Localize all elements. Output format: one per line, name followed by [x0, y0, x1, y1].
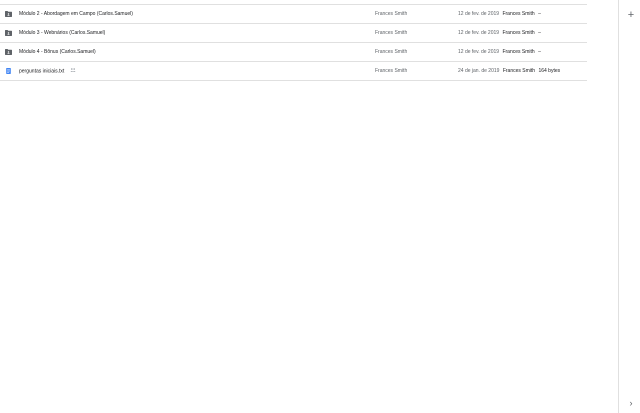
- text-document-icon: [5, 68, 12, 74]
- file-row[interactable]: Módulo 4 - Bônus (Carlos.Samuel) Frances…: [0, 43, 587, 62]
- last-modified-cell: 12 de fev. de 2019 Frances Smith –: [458, 24, 541, 42]
- file-size: –: [538, 49, 541, 55]
- side-panel: + ›: [618, 0, 640, 413]
- file-size: –: [538, 11, 541, 17]
- shared-people-icon: [70, 62, 76, 80]
- modified-by: Frances Smith: [502, 30, 535, 36]
- file-name: Módulo 2 - Abordagem em Campo (Carlos.Sa…: [19, 11, 133, 17]
- modified-date: 12 de fev. de 2019: [458, 11, 500, 17]
- owner-cell: Frances Smith: [375, 11, 408, 17]
- modified-date: 12 de fev. de 2019: [458, 30, 500, 36]
- modified-by: Frances Smith: [502, 11, 535, 17]
- modified-date: 24 de jan. de 2019: [458, 68, 500, 74]
- shared-folder-icon: [5, 11, 12, 17]
- owner-cell: Frances Smith: [375, 68, 408, 74]
- file-list: Módulo 2 - Abordagem em Campo (Carlos.Sa…: [0, 4, 587, 81]
- file-name-cell: perguntas iniciais.txt: [19, 62, 76, 80]
- owner-cell: Frances Smith: [375, 49, 408, 55]
- file-name: Módulo 4 - Bônus (Carlos.Samuel): [19, 49, 96, 55]
- modified-by: Frances Smith: [502, 49, 535, 55]
- file-row[interactable]: Módulo 3 - Webnários (Carlos.Samuel) Fra…: [0, 24, 587, 43]
- modified-date: 12 de fev. de 2019: [458, 49, 500, 55]
- file-list-area: Módulo 2 - Abordagem em Campo (Carlos.Sa…: [0, 0, 618, 413]
- file-name: Módulo 3 - Webnários (Carlos.Samuel): [19, 30, 106, 36]
- file-size: –: [538, 30, 541, 36]
- file-size: 164 bytes: [538, 68, 561, 74]
- chevron-right-icon: ›: [629, 398, 633, 408]
- last-modified-cell: 12 de fev. de 2019 Frances Smith –: [458, 5, 541, 23]
- last-modified-cell: 12 de fev. de 2019 Frances Smith –: [458, 43, 541, 61]
- file-name: perguntas iniciais.txt: [19, 68, 65, 75]
- file-row[interactable]: Módulo 2 - Abordagem em Campo (Carlos.Sa…: [0, 5, 587, 24]
- add-addon-button[interactable]: +: [624, 8, 638, 22]
- expand-panel-button[interactable]: ›: [624, 396, 638, 410]
- shared-folder-icon: [5, 49, 12, 55]
- file-row[interactable]: perguntas iniciais.txt Frances Smith 24 …: [0, 62, 587, 81]
- last-modified-cell: 24 de jan. de 2019 Frances Smith 164 byt…: [458, 62, 560, 80]
- plus-icon: +: [627, 9, 635, 21]
- modified-by: Frances Smith: [502, 68, 536, 74]
- owner-cell: Frances Smith: [375, 30, 408, 36]
- shared-folder-icon: [5, 30, 12, 36]
